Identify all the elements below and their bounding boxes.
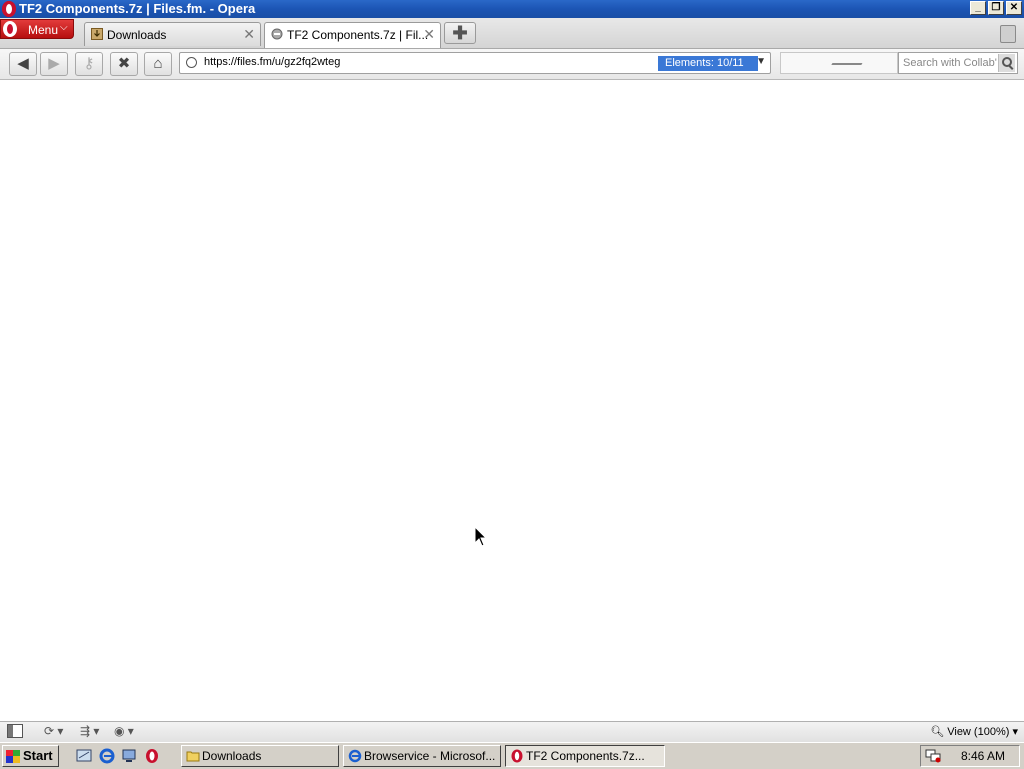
search-box[interactable] [898,52,1018,74]
restore-button[interactable]: ❐ [988,1,1004,15]
sync-icon[interactable]: ⟳ ▾ [44,724,63,740]
clock[interactable]: 8:46 AM [961,749,1005,763]
opera-icon [511,749,523,763]
key-icon: ⚷ [83,55,95,72]
network-icon[interactable] [121,748,137,764]
new-tab-button[interactable]: ✚ [444,22,476,44]
taskbar-item-browservice[interactable]: Browservice - Microsof... [343,745,501,767]
tab-label: TF2 Components.7z | Fil... [287,28,429,42]
start-label: Start [23,748,53,763]
ie-icon[interactable] [99,748,115,764]
close-icon[interactable]: ✕ [423,26,435,43]
back-button[interactable]: ◀ [9,52,37,76]
address-bar[interactable]: https://files.fm/u/gz2fq2wteg Elements: … [179,52,771,74]
search-input[interactable] [901,55,999,71]
taskbar-item-tf2-components[interactable]: TF2 Components.7z... [505,745,665,767]
trash-icon[interactable] [1000,25,1016,43]
stop-icon: ✖ [117,55,131,72]
opera-menu-button[interactable]: Menu ⌵ [0,19,74,39]
system-tray: 8:46 AM [920,745,1020,767]
collab-icon [825,63,863,75]
chevron-down-icon[interactable]: ▼ [756,56,766,67]
status-bar: ⟳ ▾ ⇶ ▾ ◉ ▾ 🔍︎ View (100%) ▾ [0,721,1024,742]
zoom-icon: 🔍︎ [930,726,945,738]
minimize-button[interactable]: _ [970,1,986,15]
arrow-right-icon: ▶ [48,55,60,72]
url-text[interactable]: https://files.fm/u/gz2fq2wteg [204,56,340,68]
stop-button[interactable]: ✖ [110,52,138,76]
panel-toggle-icon[interactable] [7,724,23,740]
network-status-icon[interactable] [925,749,941,763]
folder-icon [186,751,200,762]
task-label: TF2 Components.7z... [526,749,645,763]
ie-icon [348,749,362,763]
chevron-down-icon: ⌵ [60,22,68,33]
task-label: Browservice - Microsof... [364,749,496,763]
search-icon[interactable] [998,54,1015,72]
window-controls: _ ❐ ✕ [970,1,1022,15]
show-desktop-icon[interactable] [76,748,92,764]
close-window-button[interactable]: ✕ [1006,1,1022,15]
mouse-cursor-icon [474,526,488,547]
page-icon [271,28,283,40]
opera-logo-icon [3,21,17,37]
download-icon [91,28,103,40]
task-label: Downloads [202,749,262,763]
window-title: TF2 Components.7z | Files.fm. - Opera [19,1,256,16]
turbo-icon[interactable]: ◉ ▾ [114,724,134,740]
close-icon[interactable]: ✕ [243,26,255,43]
zoom-control[interactable]: 🔍︎ View (100%) ▾ [930,725,1018,738]
home-icon: ⌂ [153,55,163,72]
arrow-left-icon: ◀ [17,55,29,72]
taskbar-item-downloads[interactable]: Downloads [181,745,339,767]
menu-label: Menu [28,23,59,37]
windows-logo-icon [6,750,20,763]
start-button[interactable]: Start [2,745,59,767]
share-icon[interactable]: ⇶ ▾ [80,724,99,740]
collab-widget[interactable] [780,52,898,75]
opera-logo-icon [2,1,16,17]
chevron-down-icon: ▾ [1012,726,1018,738]
navigation-bar: ◀ ▶ ⚷ ✖ ⌂ https://files.fm/u/gz2fq2wteg … [0,49,1024,80]
tab-label: Downloads [107,28,167,42]
password-manager-button[interactable]: ⚷ [75,52,103,76]
tab-bar: Menu ⌵ Downloads ✕ TF2 Components.7z | F… [0,18,1024,49]
zoom-label: View (100%) [947,726,1010,738]
opera-icon[interactable] [144,748,160,764]
globe-icon [186,57,197,68]
elements-badge[interactable]: Elements: 10/11 [658,56,758,71]
taskbar: Start Downloads Browservice - Microsof..… [0,742,1024,769]
window-title-bar: TF2 Components.7z | Files.fm. - Opera _ … [0,0,1024,18]
forward-button[interactable]: ▶ [40,52,68,76]
page-content[interactable] [0,80,1024,720]
home-button[interactable]: ⌂ [144,52,172,76]
tab-downloads[interactable]: Downloads ✕ [84,22,261,46]
tab-tf2-components[interactable]: TF2 Components.7z | Fil... ✕ [264,22,441,48]
